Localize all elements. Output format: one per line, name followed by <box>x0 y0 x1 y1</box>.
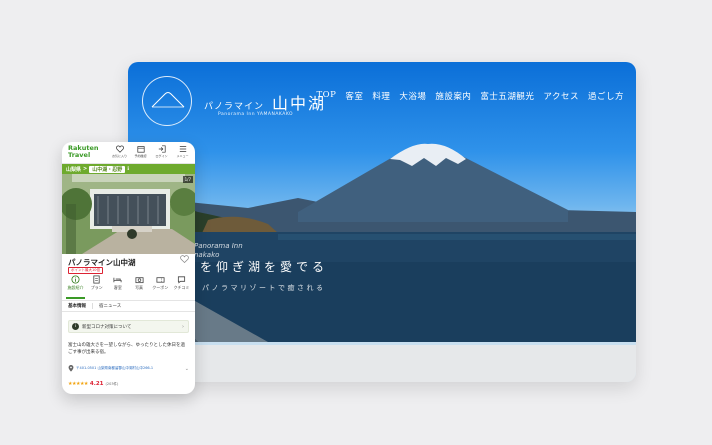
tab-photos-label: 写真 <box>135 285 144 290</box>
nav-item-access[interactable]: アクセス <box>543 90 579 102</box>
hero-subcopy: パノラマリゾートで癒される <box>202 284 326 292</box>
subtab-inn-news[interactable]: 宿ニュース <box>93 303 127 309</box>
review-count: (203件) <box>105 381 119 386</box>
tab-photos[interactable]: 写真 <box>130 275 149 291</box>
tab-coupons[interactable]: クーポン <box>151 275 170 291</box>
review-rating[interactable]: ★★★★★ 4.21 (203件) <box>68 381 118 387</box>
chevron-down-icon: ⌄ <box>184 365 189 372</box>
breadcrumb-info[interactable]: ℹ <box>127 166 129 172</box>
hotel-address[interactable]: 〒401-0501 山梨県南都留郡山中湖村山中266-1 ⌄ <box>68 365 189 372</box>
info-icon <box>71 275 80 284</box>
hotel-description: 富士山の雄大さを一望しながら、ゆったりとした休日を過ごす事が出来る宿。 <box>68 343 185 355</box>
sub-tabs: 基本情報 宿ニュース <box>62 300 195 312</box>
rating-score: 4.21 <box>89 381 104 387</box>
tab-reviews[interactable]: クチコミ <box>172 275 191 291</box>
active-tab-indicator <box>66 297 85 299</box>
star-rating-icon: ★★★★★ <box>68 381 88 387</box>
hotel-logo[interactable] <box>142 76 192 126</box>
hero-copy: を仰ぎ湖を愛でる <box>200 260 329 274</box>
rakuten-travel-logo[interactable]: Rakuten Travel <box>68 145 99 158</box>
nav-item-sightseeing[interactable]: 富士五湖観光 <box>480 90 534 102</box>
nav-item-how-to-spend[interactable]: 過ごし方 <box>588 90 624 102</box>
notice-info-icon: i <box>72 323 79 330</box>
menu-button[interactable]: メニュー <box>174 145 191 158</box>
location-pin-icon <box>68 365 74 372</box>
nav-item-cuisine[interactable]: 料理 <box>372 90 390 102</box>
reservation-button[interactable]: 予約確認 <box>132 145 149 158</box>
login-button[interactable]: ログイン <box>153 145 170 158</box>
hotel-photo-image <box>62 174 195 254</box>
nav-item-facilities[interactable]: 施設案内 <box>435 90 471 102</box>
menu-label: メニュー <box>176 154 189 158</box>
desktop-hotel-site: パノラマイン 山中湖 Panorama Inn YAMANAKAKO TOP 客… <box>128 62 636 382</box>
brand-subtitle: Panorama Inn YAMANAKAKO <box>218 112 294 117</box>
nav-item-top[interactable]: TOP <box>316 90 336 102</box>
hero-english-line-1: Panorama Inn <box>194 242 243 250</box>
menu-icon <box>179 146 186 152</box>
subtab-basic-info[interactable]: 基本情報 <box>62 303 93 309</box>
hotel-brand: パノラマイン 山中湖 <box>204 90 326 114</box>
point-tag: ポイント最大10倍 <box>68 267 103 274</box>
tab-reviews-label: クチコミ <box>173 285 190 290</box>
nav-item-rooms[interactable]: 客室 <box>345 90 363 102</box>
login-icon <box>158 145 166 153</box>
main-nav: TOP 客室 料理 大浴場 施設案内 富士五湖観光 アクセス 過ごし方 <box>316 90 624 102</box>
breadcrumb: 山梨県 > 山中湖・忍野 ℹ <box>62 164 195 174</box>
coupon-icon <box>156 277 165 283</box>
favorites-button[interactable]: お気に入り <box>111 145 128 158</box>
notice-text: 新型コロナ対策について <box>82 324 132 330</box>
camera-icon <box>135 277 144 284</box>
mountain-logo-icon <box>151 92 185 108</box>
reservation-label: 予約確認 <box>134 154 147 158</box>
mobile-rakuten-page: Rakuten Travel お気に入り 予約確認 ログイン メニュー 山梨県 <box>62 142 195 394</box>
tab-coupons-label: クーポン <box>152 285 169 290</box>
bed-icon <box>113 277 122 283</box>
covid-notice[interactable]: i 新型コロナ対策について › <box>68 320 189 333</box>
tab-rooms[interactable]: 客室 <box>108 275 127 291</box>
favorite-heart-icon[interactable] <box>180 255 189 263</box>
breadcrumb-separator: > <box>83 166 88 172</box>
logo-line-2: Travel <box>68 150 91 159</box>
address-text: 〒401-0501 山梨県南都留郡山中湖村山中266-1 <box>76 366 154 370</box>
breadcrumb-area[interactable]: 山中湖・忍野 <box>89 165 126 173</box>
brand-small-text: パノラマイン <box>204 102 265 112</box>
mobile-header: Rakuten Travel お気に入り 予約確認 ログイン メニュー <box>62 142 195 164</box>
chevron-right-icon: › <box>182 324 184 330</box>
document-icon <box>93 275 100 284</box>
tab-facility-info[interactable]: 施設紹介 <box>66 275 85 291</box>
chat-icon <box>177 276 185 284</box>
header-icons: お気に入り 予約確認 ログイン メニュー <box>111 145 191 158</box>
photo-counter: 1/7 <box>182 176 193 183</box>
tab-plans[interactable]: プラン <box>87 275 106 291</box>
heart-icon <box>115 145 124 153</box>
tab-facility-info-label: 施設紹介 <box>67 285 84 290</box>
favorites-label: お気に入り <box>111 154 127 158</box>
hotel-photo[interactable]: 1/7 <box>62 174 195 254</box>
breadcrumb-prefecture[interactable]: 山梨県 <box>66 166 81 173</box>
tab-plans-label: プラン <box>90 285 103 290</box>
nav-item-bath[interactable]: 大浴場 <box>399 90 426 102</box>
tab-rooms-label: 客室 <box>113 285 122 290</box>
login-label: ログイン <box>155 154 168 158</box>
calendar-icon <box>136 146 145 153</box>
hotel-tabs: 施設紹介 プラン 客室 写真 クーポン クチコミ <box>66 275 191 291</box>
